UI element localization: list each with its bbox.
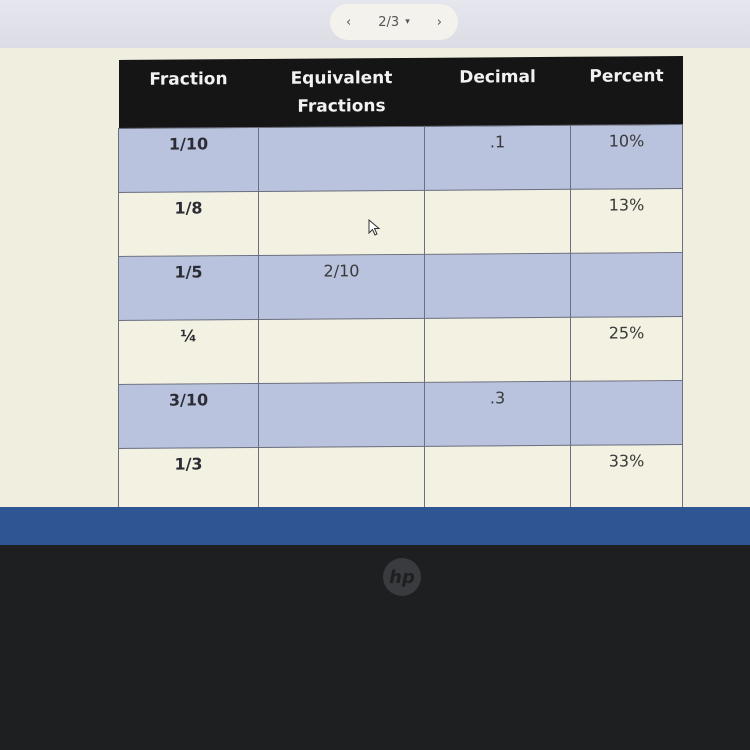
fraction-cell[interactable]: 1/10 [118, 127, 259, 193]
fraction-cell[interactable]: 1/5 [118, 255, 259, 321]
chevron-down-icon[interactable]: ▾ [405, 17, 410, 27]
document-page: Fraction Equivalent Fractions Decimal Pe… [0, 48, 750, 513]
table-row: 3/10 .3 [118, 380, 683, 449]
fraction-cell[interactable]: 1/8 [118, 191, 259, 257]
percent-cell[interactable] [570, 380, 683, 446]
table-header-row: Fraction Equivalent Fractions Decimal Pe… [118, 56, 683, 129]
laptop-bezel [0, 545, 750, 750]
table-row: 1/10 .1 10% [118, 124, 683, 193]
next-page-icon[interactable]: › [437, 15, 442, 30]
taskbar [0, 507, 750, 547]
table-row: 1/8 13% [118, 188, 683, 257]
page-indicator[interactable]: 2/3 [378, 15, 399, 30]
equivalent-cell[interactable] [258, 318, 425, 384]
percent-cell[interactable] [570, 252, 683, 318]
percent-cell[interactable]: 10% [570, 124, 683, 190]
decimal-cell[interactable] [424, 445, 571, 511]
decimal-cell[interactable] [424, 189, 571, 255]
decimal-cell[interactable] [424, 253, 571, 319]
fraction-cell[interactable]: ¼ [118, 319, 259, 385]
header-decimal: Decimal [424, 56, 571, 127]
equivalent-cell[interactable]: 2/10 [258, 254, 425, 320]
percent-cell[interactable]: 25% [570, 316, 683, 382]
header-equivalent-fractions: Equivalent Fractions [258, 57, 425, 128]
percent-cell[interactable]: 13% [570, 188, 683, 254]
mouse-pointer-icon [368, 219, 381, 236]
table-row: 1/5 2/10 [118, 252, 683, 321]
equivalent-cell[interactable] [258, 382, 425, 448]
equivalent-cell[interactable] [258, 126, 425, 192]
table-row: 1/3 33% [118, 444, 683, 513]
page-select[interactable]: 2/3 ▾ [378, 15, 409, 30]
equivalent-cell[interactable] [258, 446, 425, 512]
header-fraction: Fraction [118, 58, 259, 129]
hp-logo-icon: hp [383, 558, 421, 596]
screen-top-bar: ‹ 2/3 ▾ › [0, 0, 750, 48]
page-navigator: ‹ 2/3 ▾ › [330, 4, 458, 40]
fraction-cell[interactable]: 1/3 [118, 447, 259, 513]
percent-cell[interactable]: 33% [570, 444, 683, 510]
fraction-cell[interactable]: 3/10 [118, 383, 259, 449]
decimal-cell[interactable]: .3 [424, 381, 571, 447]
header-percent: Percent [570, 56, 683, 126]
previous-page-icon[interactable]: ‹ [346, 15, 351, 30]
decimal-cell[interactable] [424, 317, 571, 383]
equivalent-cell[interactable] [258, 190, 425, 256]
table-row: ¼ 25% [118, 316, 683, 385]
decimal-cell[interactable]: .1 [424, 125, 571, 191]
fraction-table: Fraction Equivalent Fractions Decimal Pe… [118, 56, 683, 513]
